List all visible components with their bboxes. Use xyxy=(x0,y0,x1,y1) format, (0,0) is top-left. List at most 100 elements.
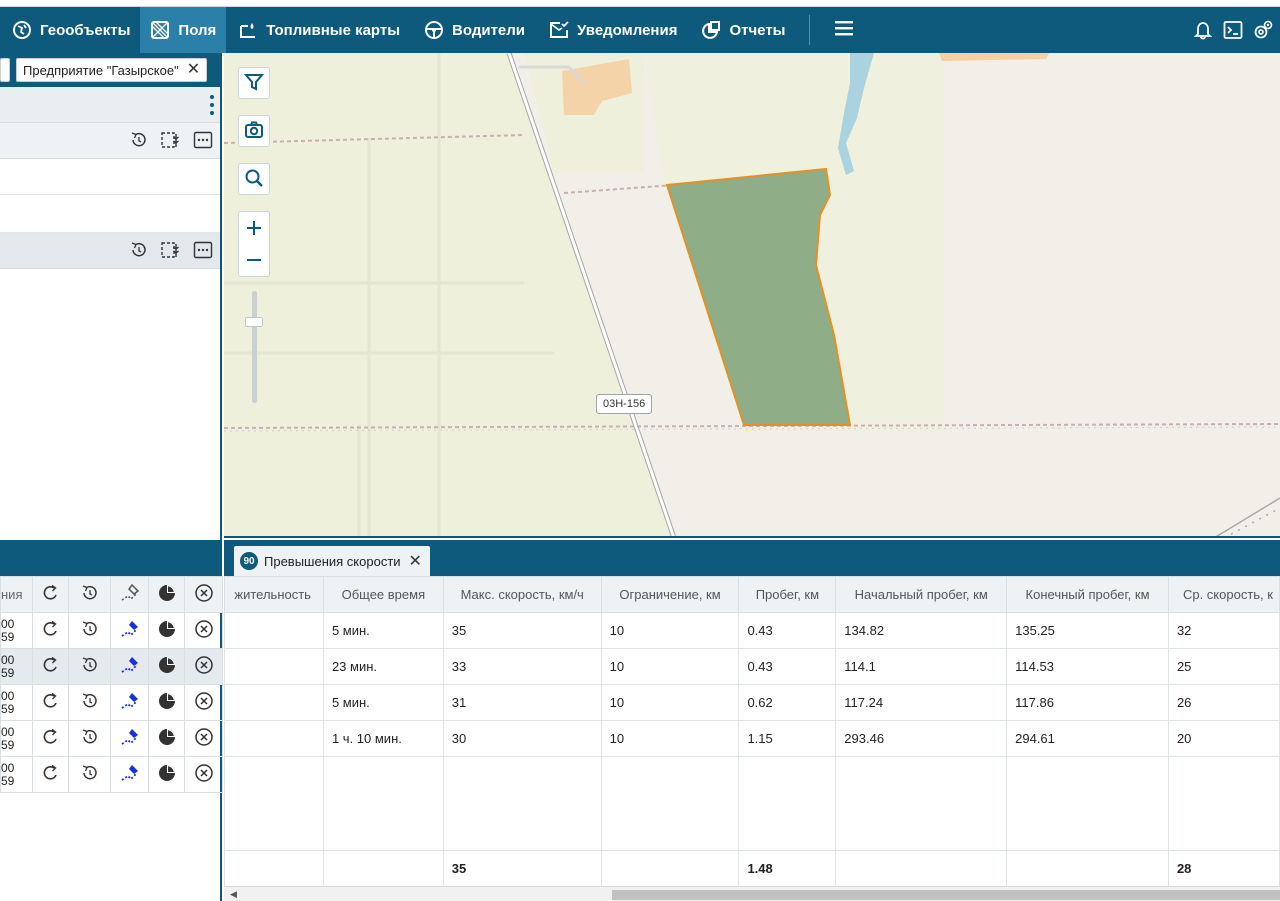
close-icon[interactable]: ✕ xyxy=(409,551,422,571)
settings-icon[interactable] xyxy=(1252,19,1274,41)
left-toolbar xyxy=(0,87,220,123)
table-row[interactable]: 1 ч. 10 мин. 30 10 1.15 293.46 294.61 20 xyxy=(224,720,1280,757)
column-header-remove[interactable] xyxy=(184,576,223,613)
nav-item-drivers[interactable]: Водители xyxy=(410,7,535,53)
table-row[interactable]: 5 мин. 31 10 0.62 117.24 117.86 26 xyxy=(224,684,1280,721)
column-header-history[interactable] xyxy=(68,576,111,613)
crop-field-icon[interactable] xyxy=(160,237,182,263)
table-row[interactable]: 00 59 xyxy=(0,720,223,757)
nav-item-notifications[interactable]: Уведомления xyxy=(535,7,687,53)
close-icon[interactable]: ✕ xyxy=(187,62,200,78)
filter-chip-partial[interactable] xyxy=(0,58,10,82)
more-vertical-icon[interactable] xyxy=(210,95,214,115)
history-icon[interactable] xyxy=(68,612,111,649)
top-strip xyxy=(0,0,1280,7)
pie-chart-icon[interactable] xyxy=(148,720,185,757)
table-row[interactable]: 00 59 xyxy=(0,612,223,649)
table-row-selected[interactable]: 00 59 xyxy=(0,648,223,685)
track-icon[interactable] xyxy=(110,684,149,721)
table-row[interactable]: 00 59 xyxy=(0,756,223,793)
close-circle-icon[interactable] xyxy=(184,720,223,757)
scroll-left-arrow-icon[interactable]: ◀ xyxy=(230,889,237,900)
close-circle-icon[interactable] xyxy=(184,684,223,721)
list-item-selected[interactable] xyxy=(0,233,220,269)
total-cell xyxy=(835,850,1008,887)
bell-icon[interactable] xyxy=(1192,19,1214,41)
map-filter-button[interactable] xyxy=(238,67,270,99)
list-item[interactable] xyxy=(0,159,220,195)
group-row[interactable] xyxy=(0,123,220,159)
tab-speeding-report[interactable]: 90 Превышения скорости ✕ xyxy=(234,546,430,576)
close-circle-icon[interactable] xyxy=(184,756,223,793)
map-screenshot-button[interactable] xyxy=(238,115,270,147)
nav-item-reports[interactable]: Отчеты xyxy=(687,7,795,53)
cell: 293.46 xyxy=(835,720,1008,757)
filter-chip-enterprise[interactable]: Предприятие "Газырское" ✕ xyxy=(16,58,208,82)
column-header-start-mileage[interactable]: Начальный пробег, км xyxy=(835,576,1008,613)
redo-icon[interactable] xyxy=(32,756,69,793)
pie-chart-icon[interactable] xyxy=(148,756,185,793)
map-view[interactable]: 03Н-156 xyxy=(224,53,1280,538)
scrollbar-thumb[interactable] xyxy=(612,890,1280,900)
more-options-icon[interactable] xyxy=(192,237,214,263)
total-cell xyxy=(322,850,444,887)
cell: 117.24 xyxy=(835,684,1008,721)
column-header[interactable]: ния xyxy=(0,576,33,613)
zoom-slider-handle[interactable] xyxy=(245,317,263,327)
track-icon[interactable] xyxy=(110,756,149,793)
table-row[interactable]: 00 59 xyxy=(0,684,223,721)
pie-chart-icon[interactable] xyxy=(148,648,185,685)
hamburger-menu-icon[interactable] xyxy=(824,17,864,43)
column-header-track[interactable] xyxy=(110,576,149,613)
close-circle-icon[interactable] xyxy=(184,648,223,685)
horizontal-scrollbar[interactable]: ◀ xyxy=(224,886,1280,901)
track-icon[interactable] xyxy=(110,720,149,757)
redo-icon[interactable] xyxy=(32,612,69,649)
history-icon[interactable] xyxy=(128,127,150,153)
column-header-stats[interactable] xyxy=(148,576,185,613)
zoom-in-icon[interactable] xyxy=(245,212,263,244)
history-icon[interactable] xyxy=(68,648,111,685)
track-icon[interactable] xyxy=(110,612,149,649)
console-icon[interactable] xyxy=(1222,19,1244,41)
history-icon[interactable] xyxy=(128,237,150,263)
redo-icon[interactable] xyxy=(32,720,69,757)
cell: 1.15 xyxy=(738,720,837,757)
table-row[interactable]: 23 мин. 33 10 0.43 114.1 114.53 25 xyxy=(224,648,1280,685)
column-header-avg-speed[interactable]: Ср. скорость, к xyxy=(1167,576,1280,613)
history-icon[interactable] xyxy=(68,684,111,721)
nav-item-fuel-cards[interactable]: Топливные карты xyxy=(226,7,410,53)
redo-icon[interactable] xyxy=(32,648,69,685)
zoom-slider-track[interactable] xyxy=(252,291,257,403)
row-time-line1: 00 xyxy=(1,724,15,739)
cell: 117.86 xyxy=(1006,684,1169,721)
nav-item-fields[interactable]: Поля xyxy=(140,7,227,53)
history-icon[interactable] xyxy=(68,756,111,793)
column-header-duration[interactable]: жительность xyxy=(224,576,324,613)
map-search-button[interactable] xyxy=(238,163,270,195)
more-options-icon[interactable] xyxy=(192,127,214,153)
row-time-cell: 00 59 xyxy=(0,612,33,649)
row-time-line2: 59 xyxy=(1,701,15,716)
zoom-out-icon[interactable] xyxy=(245,244,263,276)
pie-chart-icon[interactable] xyxy=(148,612,185,649)
history-icon[interactable] xyxy=(68,720,111,757)
column-header-total-time[interactable]: Общее время xyxy=(322,576,444,613)
column-header-end-mileage[interactable]: Конечный пробег, км xyxy=(1006,576,1169,613)
column-header-refresh[interactable] xyxy=(32,576,69,613)
close-circle-icon[interactable] xyxy=(184,612,223,649)
pie-chart-icon[interactable] xyxy=(148,684,185,721)
column-header-limit[interactable]: Ограничение, км xyxy=(600,576,740,613)
empty-cell xyxy=(600,756,740,851)
column-header-mileage[interactable]: Пробег, км xyxy=(738,576,837,613)
list-item[interactable] xyxy=(0,195,220,233)
redo-icon[interactable] xyxy=(32,684,69,721)
map-canvas xyxy=(224,53,1280,536)
column-header-max-speed[interactable]: Макс. скорость, км/ч xyxy=(442,576,602,613)
nav-item-geoobjects[interactable]: Геообъекты xyxy=(0,7,140,53)
table-row[interactable]: 5 мин. 35 10 0.43 134.82 135.25 32 xyxy=(224,612,1280,649)
filter-bar: Предприятие "Газырское" ✕ xyxy=(0,53,220,87)
crop-field-icon[interactable] xyxy=(160,127,182,153)
cell: 10 xyxy=(600,720,740,757)
track-icon[interactable] xyxy=(110,648,149,685)
